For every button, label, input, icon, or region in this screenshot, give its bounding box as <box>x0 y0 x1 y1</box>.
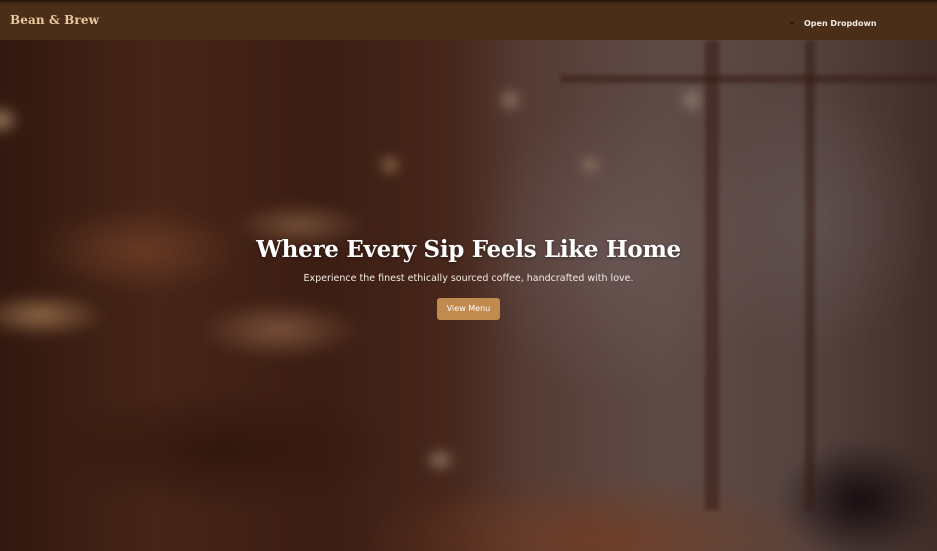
hero-title: Where Every Sip Feels Like Home <box>256 236 681 263</box>
view-menu-button[interactable]: View Menu <box>437 298 500 320</box>
dropdown-label: Open Dropdown <box>804 18 877 28</box>
hero-content: Where Every Sip Feels Like Home Experien… <box>0 40 937 551</box>
navbar: Bean & Brew Open Dropdown <box>0 0 937 40</box>
caret-down-icon <box>789 22 795 25</box>
brand-logo-link[interactable]: Bean & Brew <box>10 13 99 27</box>
open-dropdown-button[interactable]: Open Dropdown <box>789 16 877 30</box>
hero-subtitle: Experience the finest ethically sourced … <box>303 273 634 284</box>
